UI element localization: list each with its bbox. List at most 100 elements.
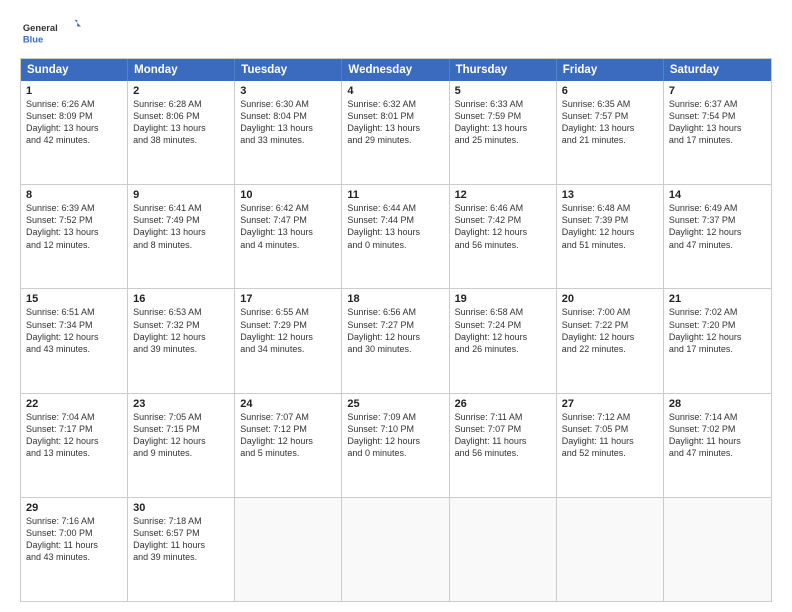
cell-text: and 39 minutes. [133,551,229,563]
empty-cell-4-6 [664,498,771,601]
cell-text: Sunrise: 6:35 AM [562,98,658,110]
cell-text: Sunset: 7:59 PM [455,110,551,122]
calendar-header: SundayMondayTuesdayWednesdayThursdayFrid… [21,59,771,81]
cell-text: Sunset: 7:52 PM [26,214,122,226]
cell-text: Daylight: 13 hours [562,122,658,134]
cell-text: Sunset: 7:54 PM [669,110,766,122]
cell-text: Sunrise: 7:05 AM [133,411,229,423]
cell-text: Sunset: 7:02 PM [669,423,766,435]
cell-text: Sunset: 7:10 PM [347,423,443,435]
cell-text: Sunset: 7:39 PM [562,214,658,226]
cell-text: and 5 minutes. [240,447,336,459]
cell-text: Daylight: 11 hours [455,435,551,447]
cell-text: Sunrise: 7:02 AM [669,306,766,318]
cell-text: Sunset: 7:44 PM [347,214,443,226]
cell-text: Sunrise: 6:33 AM [455,98,551,110]
cell-text: Sunrise: 6:51 AM [26,306,122,318]
cell-text: Daylight: 12 hours [562,226,658,238]
cell-text: and 39 minutes. [133,343,229,355]
day-cell-12: 12Sunrise: 6:46 AMSunset: 7:42 PMDayligh… [450,185,557,288]
cell-text: Sunset: 7:34 PM [26,319,122,331]
cell-text: and 8 minutes. [133,239,229,251]
cell-text: and 26 minutes. [455,343,551,355]
day-cell-15: 15Sunrise: 6:51 AMSunset: 7:34 PMDayligh… [21,289,128,392]
cell-text: Sunrise: 7:16 AM [26,515,122,527]
cell-text: Sunrise: 6:56 AM [347,306,443,318]
cell-text: Sunset: 8:04 PM [240,110,336,122]
cell-text: Sunrise: 6:49 AM [669,202,766,214]
cell-text: Sunset: 6:57 PM [133,527,229,539]
day-number: 1 [26,85,122,97]
cell-text: Sunset: 8:09 PM [26,110,122,122]
day-number: 28 [669,398,766,410]
calendar-body: 1Sunrise: 6:26 AMSunset: 8:09 PMDaylight… [21,81,771,601]
cell-text: Daylight: 12 hours [133,435,229,447]
cell-text: and 51 minutes. [562,239,658,251]
day-cell-29: 29Sunrise: 7:16 AMSunset: 7:00 PMDayligh… [21,498,128,601]
cell-text: Daylight: 13 hours [26,122,122,134]
cell-text: and 0 minutes. [347,447,443,459]
day-cell-3: 3Sunrise: 6:30 AMSunset: 8:04 PMDaylight… [235,81,342,184]
day-number: 9 [133,189,229,201]
day-number: 20 [562,293,658,305]
day-cell-26: 26Sunrise: 7:11 AMSunset: 7:07 PMDayligh… [450,394,557,497]
cell-text: Daylight: 12 hours [669,331,766,343]
cell-text: Daylight: 12 hours [347,435,443,447]
cell-text: Sunrise: 6:28 AM [133,98,229,110]
cell-text: and 33 minutes. [240,134,336,146]
cell-text: Sunrise: 6:32 AM [347,98,443,110]
day-cell-2: 2Sunrise: 6:28 AMSunset: 8:06 PMDaylight… [128,81,235,184]
calendar-row-5: 29Sunrise: 7:16 AMSunset: 7:00 PMDayligh… [21,498,771,601]
svg-text:Blue: Blue [23,34,43,44]
day-cell-22: 22Sunrise: 7:04 AMSunset: 7:17 PMDayligh… [21,394,128,497]
cell-text: Sunrise: 7:09 AM [347,411,443,423]
cell-text: and 21 minutes. [562,134,658,146]
cell-text: Sunrise: 7:04 AM [26,411,122,423]
day-number: 15 [26,293,122,305]
cell-text: Sunset: 7:24 PM [455,319,551,331]
cell-text: Sunset: 7:15 PM [133,423,229,435]
day-cell-10: 10Sunrise: 6:42 AMSunset: 7:47 PMDayligh… [235,185,342,288]
cell-text: and 43 minutes. [26,551,122,563]
cell-text: Daylight: 13 hours [240,226,336,238]
header-day-thursday: Thursday [450,59,557,81]
day-cell-7: 7Sunrise: 6:37 AMSunset: 7:54 PMDaylight… [664,81,771,184]
day-number: 27 [562,398,658,410]
day-cell-21: 21Sunrise: 7:02 AMSunset: 7:20 PMDayligh… [664,289,771,392]
cell-text: Sunrise: 6:26 AM [26,98,122,110]
cell-text: and 30 minutes. [347,343,443,355]
cell-text: and 4 minutes. [240,239,336,251]
day-cell-23: 23Sunrise: 7:05 AMSunset: 7:15 PMDayligh… [128,394,235,497]
day-number: 4 [347,85,443,97]
header-day-friday: Friday [557,59,664,81]
calendar-row-4: 22Sunrise: 7:04 AMSunset: 7:17 PMDayligh… [21,394,771,498]
cell-text: Sunrise: 7:11 AM [455,411,551,423]
cell-text: Daylight: 12 hours [133,331,229,343]
cell-text: and 22 minutes. [562,343,658,355]
cell-text: Daylight: 11 hours [26,539,122,551]
cell-text: Sunrise: 6:53 AM [133,306,229,318]
day-cell-9: 9Sunrise: 6:41 AMSunset: 7:49 PMDaylight… [128,185,235,288]
cell-text: Daylight: 12 hours [26,331,122,343]
cell-text: Sunrise: 6:58 AM [455,306,551,318]
day-number: 5 [455,85,551,97]
day-cell-19: 19Sunrise: 6:58 AMSunset: 7:24 PMDayligh… [450,289,557,392]
cell-text: and 43 minutes. [26,343,122,355]
cell-text: Sunset: 7:32 PM [133,319,229,331]
day-number: 6 [562,85,658,97]
cell-text: Sunset: 7:22 PM [562,319,658,331]
day-number: 24 [240,398,336,410]
calendar-row-1: 1Sunrise: 6:26 AMSunset: 8:09 PMDaylight… [21,81,771,185]
header: General Blue [20,18,772,48]
cell-text: Sunset: 7:29 PM [240,319,336,331]
cell-text: and 56 minutes. [455,239,551,251]
cell-text: and 0 minutes. [347,239,443,251]
day-number: 16 [133,293,229,305]
logo: General Blue [20,18,86,48]
cell-text: and 56 minutes. [455,447,551,459]
day-number: 23 [133,398,229,410]
header-day-wednesday: Wednesday [342,59,449,81]
header-day-monday: Monday [128,59,235,81]
day-number: 2 [133,85,229,97]
cell-text: Daylight: 13 hours [347,122,443,134]
